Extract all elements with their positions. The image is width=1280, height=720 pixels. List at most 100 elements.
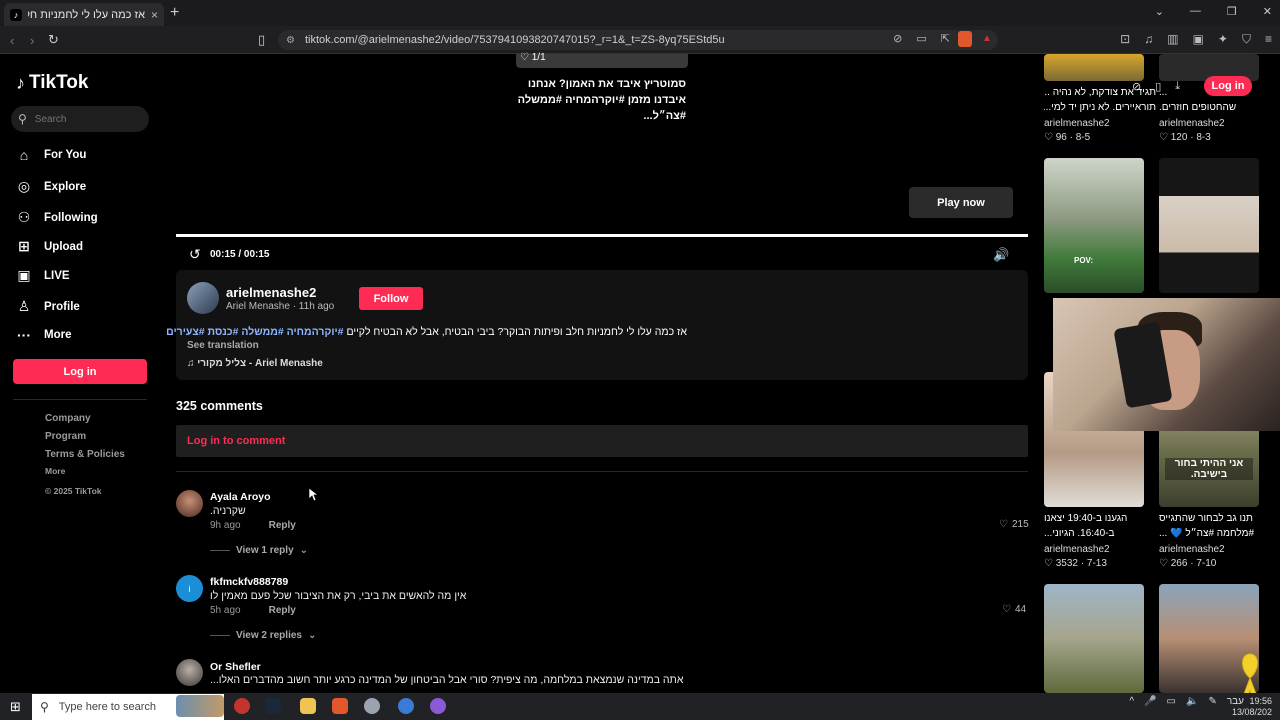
url-field[interactable]: ⚙ tiktok.com/@arielmenashe2/video/753794… bbox=[278, 30, 998, 50]
comment-avatar[interactable] bbox=[176, 490, 203, 517]
comment-author[interactable]: Ayala Aroyo bbox=[210, 491, 271, 503]
bookmark-icon[interactable]: ▯ bbox=[258, 32, 265, 48]
heart-icon: ♡ bbox=[1044, 132, 1053, 143]
view-replies-button[interactable]: View 1 reply ⌄ bbox=[210, 545, 308, 556]
tiktok-logo[interactable]: ♪ TikTok bbox=[16, 72, 88, 94]
login-to-comment[interactable]: Log in to comment bbox=[176, 425, 1028, 457]
video-tile[interactable]: POV: bbox=[1044, 158, 1144, 293]
close-window-icon[interactable]: ✕ bbox=[1263, 5, 1272, 18]
nav-upload[interactable]: ⊞ Upload bbox=[16, 238, 83, 255]
tray-volume-icon[interactable]: 🔈 bbox=[1186, 696, 1198, 707]
volume-icon[interactable]: 🔊 bbox=[993, 247, 1009, 263]
video-progress-bar[interactable] bbox=[176, 234, 1028, 237]
taskbar-app-icon[interactable] bbox=[398, 698, 414, 714]
system-tray: ^ 🎤 ▭ 🔈 ✎ עבר bbox=[1129, 696, 1244, 707]
video-tile[interactable] bbox=[1044, 584, 1144, 693]
see-translation-link[interactable]: See translation bbox=[187, 340, 259, 351]
brave-rewards-icon[interactable]: ▲ bbox=[982, 33, 992, 44]
restore-icon[interactable]: ❐ bbox=[1227, 5, 1237, 18]
tile-user[interactable]: arielmenashe2 bbox=[1159, 118, 1225, 129]
video-tile[interactable] bbox=[1159, 158, 1259, 293]
sidebar-icon[interactable]: ▥ bbox=[1167, 32, 1178, 47]
follow-button[interactable]: Follow bbox=[359, 287, 423, 310]
comment-time: 5h ago bbox=[210, 605, 241, 616]
video-time: 00:15 / 00:15 bbox=[210, 249, 270, 260]
chevron-down-icon: ⌄ bbox=[299, 545, 309, 556]
reload-icon[interactable]: ↻ bbox=[48, 32, 59, 48]
footer-program[interactable]: Program bbox=[45, 431, 86, 442]
music-link[interactable]: ♫ צליל מקורי - Ariel Menashe bbox=[187, 358, 323, 369]
tile-caption: ... bbox=[1159, 87, 1168, 98]
cast-icon[interactable]: ▭ bbox=[916, 32, 926, 45]
tray-mic-icon[interactable]: 🎤 bbox=[1144, 696, 1156, 707]
menu-icon[interactable]: ⌄ bbox=[1155, 5, 1164, 18]
obs-icon[interactable] bbox=[430, 698, 446, 714]
share-icon[interactable]: ⇱ bbox=[941, 32, 950, 45]
clock-time: 19:56 bbox=[1249, 696, 1272, 706]
tray-arrow-icon[interactable]: ^ bbox=[1129, 696, 1134, 707]
nav-live[interactable]: ▣ LIVE bbox=[16, 267, 69, 284]
new-tab-button[interactable]: + bbox=[170, 4, 179, 22]
comment-author[interactable]: fkfmckfv888789 bbox=[210, 576, 288, 588]
wallet-icon[interactable]: ▣ bbox=[1193, 32, 1204, 47]
taskbar-app-icon[interactable] bbox=[234, 698, 250, 714]
video-tile[interactable] bbox=[1044, 54, 1144, 81]
back-icon[interactable]: ‹ bbox=[10, 33, 14, 48]
tab-close-icon[interactable]: × bbox=[151, 8, 158, 22]
tile-user[interactable]: arielmenashe2 bbox=[1044, 118, 1110, 129]
play-now-button[interactable]: Play now bbox=[909, 187, 1013, 218]
author-avatar[interactable] bbox=[187, 282, 219, 314]
tray-pen-icon[interactable]: ✎ bbox=[1208, 696, 1216, 707]
comment-like[interactable]: ♡ 215 bbox=[999, 519, 1029, 530]
nav-profile[interactable]: ♙ Profile bbox=[16, 298, 80, 315]
comment-avatar[interactable]: i bbox=[176, 575, 203, 602]
vpn-icon[interactable]: ⛉ bbox=[1242, 32, 1251, 47]
nav-following[interactable]: ⚇ Following bbox=[16, 209, 98, 226]
brave-browser-icon[interactable] bbox=[332, 698, 348, 714]
footer-company[interactable]: Company bbox=[45, 413, 91, 424]
replay-icon[interactable]: ↺ bbox=[189, 246, 201, 263]
search-input[interactable] bbox=[34, 113, 135, 125]
browser-tab[interactable]: ♪ אז כמה עלו לי לחמניות חלב ופית... × bbox=[4, 3, 164, 26]
tile-user[interactable]: arielmenashe2 bbox=[1044, 544, 1110, 555]
sidebar-divider bbox=[13, 399, 147, 400]
nav-for-you[interactable]: ⌂ For You bbox=[16, 147, 87, 163]
steam-icon[interactable] bbox=[265, 698, 281, 714]
site-info-icon[interactable]: ⚙ bbox=[286, 35, 295, 46]
reply-button[interactable]: Reply bbox=[269, 605, 296, 616]
forward-icon[interactable]: › bbox=[30, 33, 34, 48]
search-box[interactable]: ⚲ bbox=[11, 106, 149, 132]
tile-stats: ♡ 96 · 8-5 bbox=[1044, 132, 1091, 143]
minimize-icon[interactable]: — bbox=[1190, 5, 1201, 18]
view-replies-button[interactable]: View 2 replies ⌄ bbox=[210, 630, 316, 641]
footer-terms[interactable]: Terms & Policies bbox=[45, 449, 125, 460]
description-hashtags[interactable]: #יוקרהמחיה #ממשלה #כנסת #צעירים bbox=[166, 326, 343, 338]
nav-more[interactable]: ··· More bbox=[16, 327, 71, 343]
windows-start-icon[interactable]: ⊞ bbox=[10, 699, 21, 715]
file-explorer-icon[interactable] bbox=[300, 698, 316, 714]
comment-avatar[interactable] bbox=[176, 659, 203, 686]
comment-author[interactable]: Or Shefler bbox=[210, 661, 261, 673]
nav-explore[interactable]: ◎ Explore bbox=[16, 178, 86, 195]
tile-caption: תוראיירים. לא ניתן יד למי... bbox=[1044, 102, 1156, 113]
media-icon[interactable]: ⊘ bbox=[893, 32, 902, 45]
mouse-cursor-icon bbox=[309, 488, 319, 502]
music-icon[interactable]: ♫ bbox=[1144, 32, 1153, 47]
taskbar-clock[interactable]: 19:56 13/08/202 bbox=[1232, 696, 1272, 718]
taskbar-app-icon[interactable] bbox=[364, 698, 380, 714]
comment-like[interactable]: ♡ 44 bbox=[1002, 604, 1026, 615]
tile-user[interactable]: arielmenashe2 bbox=[1159, 544, 1225, 555]
taskbar-weather-widget[interactable] bbox=[176, 695, 224, 717]
reply-button[interactable]: Reply bbox=[269, 520, 296, 531]
brave-shield-icon[interactable] bbox=[958, 31, 972, 47]
leo-icon[interactable]: ✦ bbox=[1218, 32, 1228, 47]
tray-network-icon[interactable]: ▭ bbox=[1167, 696, 1176, 707]
login-button[interactable]: Log in bbox=[13, 359, 147, 384]
search-icon: ⚲ bbox=[40, 700, 49, 714]
author-handle[interactable]: arielmenashe2 bbox=[226, 285, 316, 300]
nav-label: Upload bbox=[44, 240, 83, 253]
hamburger-menu-icon[interactable]: ≡ bbox=[1265, 32, 1272, 47]
extensions-icon[interactable]: ⊡ bbox=[1120, 32, 1130, 47]
following-icon: ⚇ bbox=[17, 209, 31, 225]
footer-more[interactable]: More bbox=[45, 466, 65, 476]
